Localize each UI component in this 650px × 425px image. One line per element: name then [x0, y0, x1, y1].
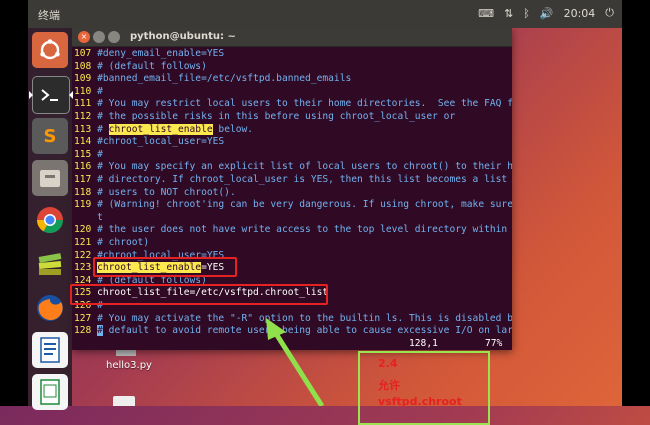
highlight-box-line-123: [93, 257, 237, 277]
ubuntu-dash-icon[interactable]: [32, 32, 68, 68]
keyboard-icon[interactable]: ⌨: [478, 7, 494, 20]
line-number: 114: [74, 136, 98, 148]
terminal-line: 117 # directory. If chroot_local_user is…: [74, 174, 510, 186]
bluetooth-icon[interactable]: ᛒ: [523, 7, 530, 20]
close-icon[interactable]: ×: [78, 31, 90, 43]
line-number: 121: [74, 237, 98, 248]
highlight-box-line-125: [70, 284, 328, 305]
line-text: # You may restrict local users to their …: [97, 98, 512, 110]
annotation-note: 2.4 允许 vsftpd.chroot: [358, 351, 490, 425]
line-text: #chroot_local_user=YES: [97, 136, 225, 148]
line-text: #: [97, 85, 103, 97]
line-text: # the user does not have write access to…: [97, 224, 512, 236]
window-title: python@ubuntu: ~: [130, 31, 236, 42]
maximize-icon[interactable]: [108, 31, 120, 43]
line-number: 108: [74, 60, 98, 72]
line-text: # (Warning! chroot'ing can be very dange…: [97, 199, 512, 211]
line-number: 117: [74, 174, 98, 185]
line-text: # chroot): [97, 237, 150, 248]
stack-icon[interactable]: [32, 246, 68, 282]
note-line-2: 允许: [378, 379, 400, 392]
line-number: 119: [74, 199, 98, 211]
line-text: # the possible risks in this before usin…: [97, 111, 456, 122]
terminal-line: 121 # chroot): [74, 237, 510, 249]
line-number: 112: [74, 111, 98, 122]
line-number: 111: [74, 98, 98, 110]
line-text: chroot_list_enable: [108, 123, 213, 135]
terminal-line: 114 #chroot_local_user=YES: [74, 136, 510, 148]
terminal-line: t: [74, 212, 510, 224]
firefox-icon[interactable]: [32, 290, 68, 326]
letterbox-left: [0, 0, 28, 406]
line-number: 113: [74, 123, 98, 135]
line-text: t: [97, 211, 103, 223]
system-tray: ⌨ ⇅ ᛒ 🔊 20:04 ⏻: [478, 6, 614, 20]
line-text: #banned_email_file=/etc/vsftpd.banned_em…: [97, 73, 352, 85]
scroll-percent: 77%: [485, 338, 503, 349]
line-number: 120: [74, 224, 98, 236]
line-text: # You may activate the "-R" option to th…: [97, 312, 512, 324]
note-line-3: vsftpd.chroot: [378, 395, 462, 408]
cursor-position: 128,1: [409, 338, 438, 349]
terminal-line: 128 # default to avoid remote users bein…: [74, 325, 512, 337]
power-icon[interactable]: ⏻: [605, 6, 614, 20]
chrome-icon[interactable]: [32, 202, 68, 238]
terminal-line: 111 # You may restrict local users to th…: [74, 98, 512, 110]
line-number: 109: [74, 73, 98, 85]
clock[interactable]: 20:04: [564, 7, 596, 20]
minimize-icon[interactable]: [93, 31, 105, 43]
files-icon[interactable]: [32, 160, 68, 196]
line-number: 115: [74, 148, 98, 160]
line-text: #: [97, 123, 109, 135]
terminal-line: 107 #deny_email_enable=YES: [74, 48, 510, 60]
terminal-line: 109 #banned_email_file=/etc/vsftpd.banne…: [74, 73, 510, 85]
line-number: 118: [74, 186, 98, 198]
desktop-file-icon-2[interactable]: [113, 396, 135, 406]
window-titlebar[interactable]: × python@ubuntu: ~: [72, 28, 512, 47]
line-number: [74, 212, 97, 223]
launcher: S: [28, 28, 73, 410]
top-panel: 终端 ⌨ ⇅ ᛒ 🔊 20:04 ⏻: [28, 0, 622, 28]
line-text: #deny_email_enable=YES: [97, 48, 225, 59]
terminal-line: 118 # users to NOT chroot().: [74, 187, 510, 199]
terminal-line: 112 # the possible risks in this before …: [74, 111, 510, 123]
terminal-line: 110 #: [74, 86, 510, 98]
line-number: 110: [74, 85, 98, 97]
line-number: 128: [74, 325, 98, 337]
terminal-line: 108 # (default follows): [74, 61, 510, 73]
calc-icon[interactable]: [32, 374, 68, 410]
terminal-line: 127 # You may activate the "-R" option t…: [74, 312, 512, 325]
terminal-line: 116 # You may specify an explicit list o…: [74, 161, 512, 173]
terminal-line: 120 # the user does not have write acces…: [74, 224, 510, 236]
sublime-text-icon[interactable]: S: [32, 118, 68, 154]
terminal-line: 113 # chroot_list_enable below.: [74, 123, 510, 136]
line-text: #: [97, 148, 103, 160]
line-number: 107: [74, 48, 98, 59]
vim-status-line: 128,1 77%: [72, 338, 508, 350]
line-text: # (default follows): [97, 60, 207, 72]
note-line-1: 2.4: [378, 357, 398, 370]
active-app-name: 终端: [38, 9, 60, 22]
letterbox-right: [622, 0, 650, 406]
line-number: 127: [74, 312, 98, 324]
terminal-line: 115 #: [74, 149, 510, 161]
line-number: 116: [74, 161, 98, 173]
line-text: # directory. If chroot_local_user is YES…: [97, 174, 512, 185]
writer-icon[interactable]: [32, 332, 68, 368]
line-text: # You may specify an explicit list of lo…: [97, 161, 512, 173]
terminal-icon[interactable]: [29, 76, 73, 114]
terminal-line: 119 # (Warning! chroot'ing can be very d…: [74, 199, 512, 211]
sort-icon[interactable]: ⇅: [504, 7, 513, 20]
line-text: # users to NOT chroot().: [97, 186, 236, 198]
desktop-file-label[interactable]: hello3.py: [106, 360, 152, 371]
line-text: below.: [212, 123, 254, 135]
line-text: default to avoid remote users being able…: [102, 325, 512, 337]
volume-icon[interactable]: 🔊: [540, 7, 554, 20]
